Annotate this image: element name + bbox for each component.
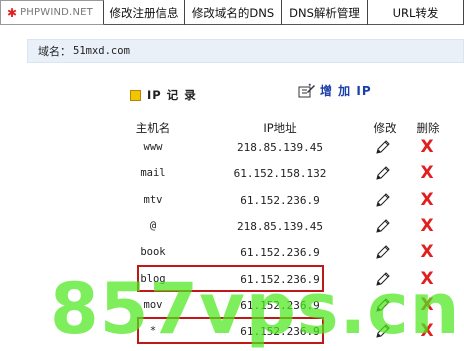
delete-glyph: X	[420, 215, 434, 236]
yellow-square-icon	[130, 89, 141, 101]
add-record-icon	[298, 83, 315, 97]
delete-glyph: X	[420, 189, 434, 210]
header-ip: IP地址	[263, 121, 297, 135]
row-host: www	[143, 141, 163, 153]
highlight-box	[137, 265, 324, 292]
row-ip: 218.85.139.45	[236, 219, 324, 233]
table-row: mtv 61.152.236.9 X	[0, 190, 464, 210]
pencil-icon[interactable]	[371, 190, 395, 210]
red-x-icon[interactable]: X	[416, 137, 438, 157]
domain-bar: 域名： 51mxd.com	[27, 39, 464, 63]
row-ip: 61.152.236.9	[240, 245, 320, 259]
tab-dns-manage[interactable]: DNS解析管理	[282, 0, 368, 25]
highlight-box	[137, 317, 324, 344]
red-x-icon[interactable]: X	[416, 242, 438, 262]
delete-glyph: X	[420, 162, 434, 183]
records-table-header: 主机名 IP地址 修改 删除	[0, 120, 464, 135]
row-host: mail	[140, 167, 166, 179]
pencil-icon[interactable]	[371, 137, 395, 157]
domain-label: 域名：	[38, 45, 71, 58]
add-ip-label: 增 加 IP	[320, 84, 372, 98]
row-host: mov	[143, 299, 163, 311]
table-row: www 218.85.139.45 X	[0, 137, 464, 157]
pencil-icon[interactable]	[371, 163, 395, 183]
red-x-icon[interactable]: X	[416, 295, 438, 315]
add-ip-button[interactable]: 增 加 IP	[298, 82, 372, 99]
delete-glyph: X	[420, 294, 434, 315]
top-tab-bar: ✱ PHPWIND.NET 修改注册信息 修改域名的DNS DNS解析管理 UR…	[0, 0, 464, 25]
pencil-icon[interactable]	[371, 295, 395, 315]
tab-url-forward[interactable]: URL转发	[368, 0, 464, 25]
row-ip: 61.152.236.9	[240, 193, 320, 207]
pencil-icon[interactable]	[371, 321, 395, 341]
table-row: mail 61.152.158.132 X	[0, 163, 464, 183]
delete-glyph: X	[420, 136, 434, 157]
brand-logo[interactable]: ✱ PHPWIND.NET	[0, 0, 104, 25]
delete-glyph: X	[420, 241, 434, 262]
table-row: @218.85.139.45 X	[0, 216, 464, 236]
ip-records-title: IP 记 录	[130, 87, 197, 103]
star-logo-icon: ✱	[7, 5, 18, 20]
header-edit: 修改	[373, 121, 397, 135]
table-row: mov 61.152.236.9 X	[0, 295, 464, 315]
row-host: mtv	[143, 194, 163, 206]
pencil-icon[interactable]	[371, 269, 395, 289]
red-x-icon[interactable]: X	[416, 190, 438, 210]
delete-glyph: X	[420, 320, 434, 341]
row-host: book	[140, 246, 166, 258]
row-ip: 61.152.158.132	[233, 166, 327, 180]
header-delete: 删除	[416, 121, 440, 135]
header-host: 主机名	[135, 121, 171, 135]
red-x-icon[interactable]: X	[416, 216, 438, 236]
row-ip: 61.152.236.9	[240, 298, 320, 312]
tab-dns-name[interactable]: 修改域名的DNS	[185, 0, 282, 25]
row-host: @	[149, 220, 157, 232]
row-ip: 218.85.139.45	[236, 140, 324, 154]
delete-glyph: X	[420, 268, 434, 289]
ip-records-title-text: IP 记 录	[147, 88, 197, 102]
red-x-icon[interactable]: X	[416, 269, 438, 289]
red-x-icon[interactable]: X	[416, 163, 438, 183]
tab-register-info[interactable]: 修改注册信息	[104, 0, 185, 25]
domain-value: 51mxd.com	[73, 45, 130, 57]
pencil-icon[interactable]	[371, 216, 395, 236]
red-x-icon[interactable]: X	[416, 321, 438, 341]
table-row: book 61.152.236.9 X	[0, 242, 464, 262]
pencil-icon[interactable]	[371, 242, 395, 262]
brand-name: PHPWIND.NET	[20, 7, 93, 18]
